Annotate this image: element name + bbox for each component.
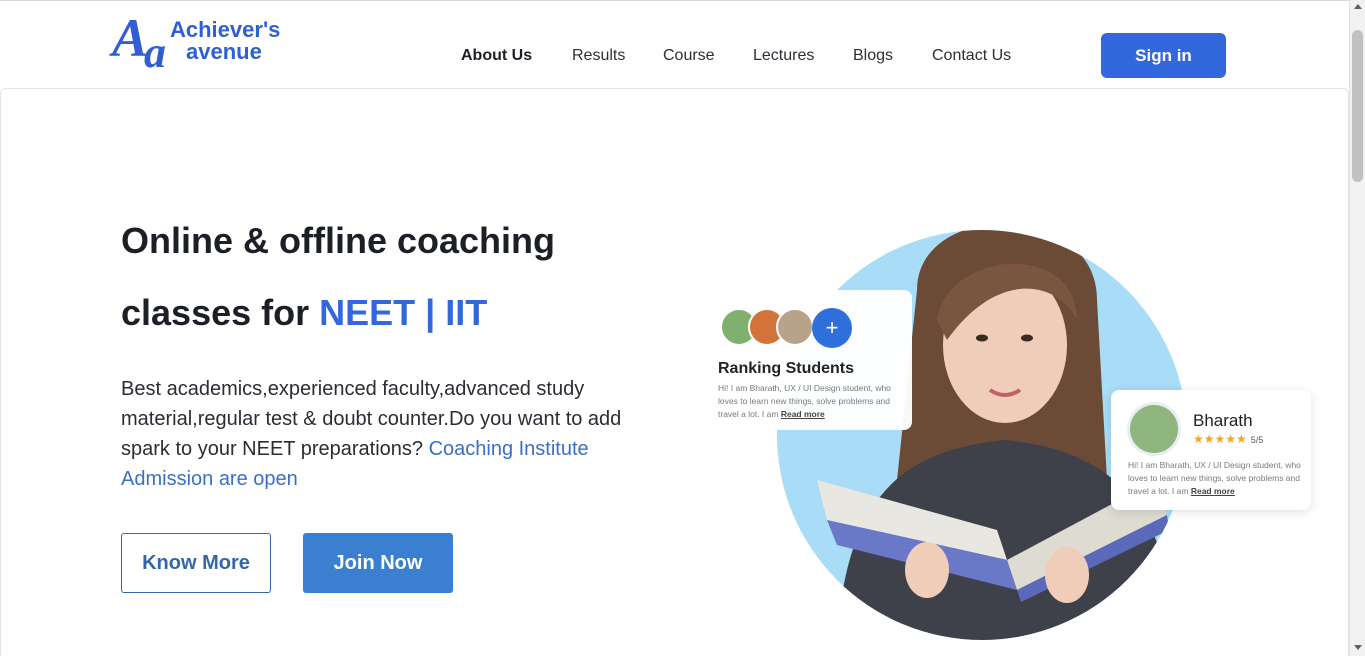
hero-headline: Online & offline coaching classes for NE… — [121, 205, 681, 349]
scroll-down-icon[interactable] — [1354, 645, 1362, 650]
scroll-up-icon[interactable] — [1354, 4, 1362, 9]
nav-contact-us[interactable]: Contact Us — [932, 47, 1011, 65]
star-rating: ★★★★★ 5/5 — [1193, 432, 1263, 446]
nav-results[interactable]: Results — [572, 47, 625, 65]
sign-in-button[interactable]: Sign in — [1101, 33, 1226, 78]
join-now-button[interactable]: Join Now — [303, 533, 453, 593]
avatar — [776, 308, 814, 346]
plus-icon[interactable]: + — [812, 308, 852, 348]
logo-mark-small-letter: a — [144, 28, 166, 77]
logo-text: Achiever's avenue — [170, 19, 280, 63]
scrollbar-thumb[interactable] — [1352, 30, 1363, 182]
read-more-link[interactable]: Read more — [781, 409, 825, 419]
logo-mark-big-letter: A — [112, 8, 149, 68]
headline-line1: Online & offline coaching — [121, 220, 556, 261]
headline-accent: NEET | IIT — [319, 292, 488, 333]
ranking-title: Ranking Students — [718, 360, 855, 377]
read-more-link[interactable]: Read more — [1191, 486, 1235, 496]
site-header: A a Achiever's avenue About Us Results C… — [0, 1, 1349, 88]
hero-illustration: + Ranking Students Hi! I am Bharath, UX … — [700, 190, 1340, 656]
logo[interactable]: A a Achiever's avenue — [112, 8, 287, 77]
student-avatars: + — [720, 308, 860, 348]
nav-blogs[interactable]: Blogs — [853, 47, 893, 65]
testimonial-name: Bharath — [1193, 411, 1253, 430]
logo-line2: avenue — [186, 39, 262, 64]
nav-about-us[interactable]: About Us — [461, 47, 532, 65]
ranking-text: Hi! I am Bharath, UX / UI Design student… — [718, 382, 908, 421]
nav-course[interactable]: Course — [663, 47, 715, 65]
vertical-scrollbar[interactable] — [1349, 0, 1365, 656]
hero-description: Best academics,experienced faculty,advan… — [121, 374, 641, 494]
know-more-button[interactable]: Know More — [121, 533, 271, 593]
stars-icon: ★★★★★ — [1193, 432, 1247, 446]
headline-line2-prefix: classes for — [121, 292, 320, 333]
rating-value: 5/5 — [1250, 435, 1264, 445]
ranking-students-card: + Ranking Students Hi! I am Bharath, UX … — [712, 290, 912, 430]
nav-lectures[interactable]: Lectures — [753, 47, 814, 65]
testimonial-card: Bharath ★★★★★ 5/5 Hi! I am Bharath, UX / … — [1111, 390, 1311, 510]
avatar — [1127, 402, 1181, 456]
testimonial-text: Hi! I am Bharath, UX / UI Design student… — [1128, 459, 1313, 498]
